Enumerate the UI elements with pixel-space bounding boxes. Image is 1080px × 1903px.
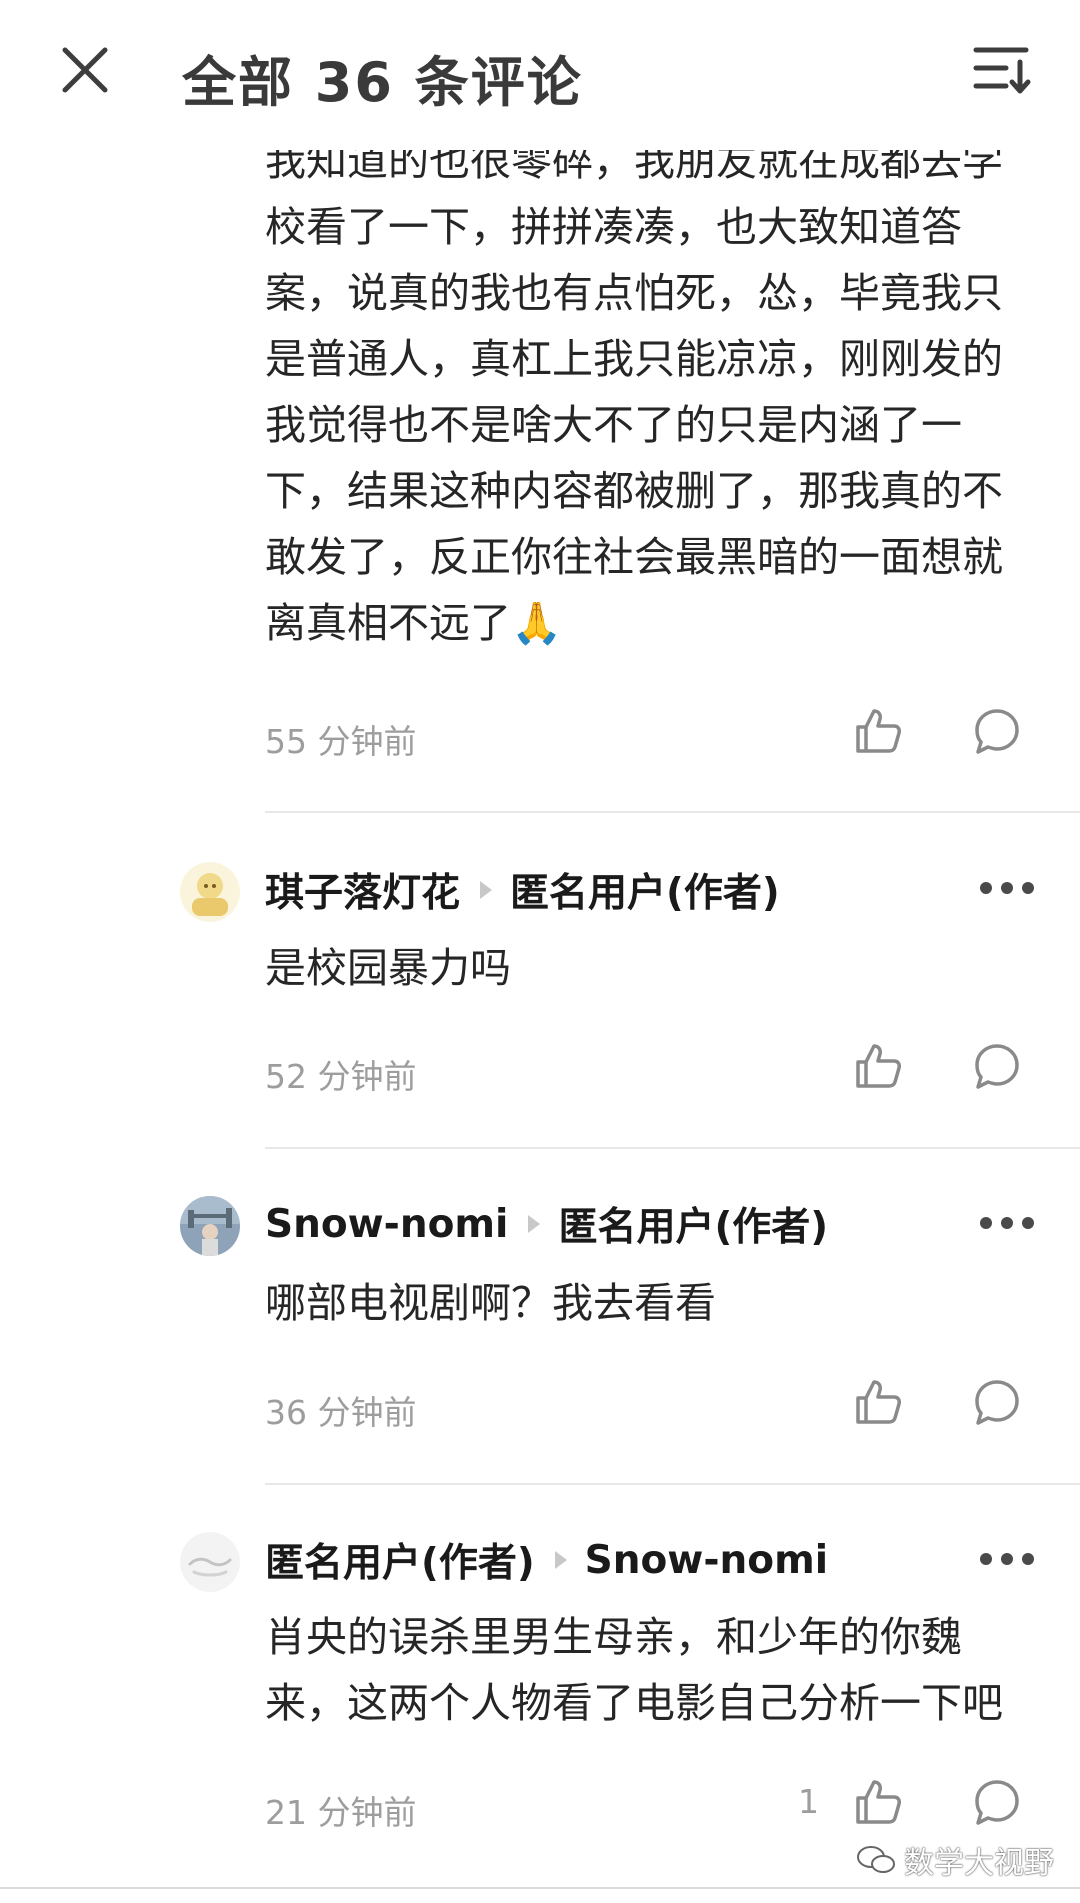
- comment-line: 来，这两个人物看了电影自己分析一下吧: [265, 1679, 1003, 1727]
- avatar-image: [180, 1196, 240, 1256]
- sort-button[interactable]: [966, 38, 1036, 102]
- page-title: 全部 36 条评论: [182, 51, 583, 114]
- dot-icon: [1001, 1217, 1013, 1229]
- author-name[interactable]: Snow-nomi: [265, 1202, 508, 1247]
- author-name[interactable]: 匿名用户(作者): [265, 1532, 535, 1588]
- thumbs-up-icon: [856, 1780, 901, 1824]
- comment-line: 案，说真的我也有点怕死，怂，毕竟我只: [265, 269, 1003, 317]
- dot-icon: [1022, 1217, 1034, 1229]
- comment-line: 下，结果这种内容都被删了，那我真的不: [265, 467, 1003, 515]
- reply-button[interactable]: [972, 1041, 1022, 1095]
- comment-line: 离真相不远了🙏: [265, 599, 563, 647]
- thumbs-up-icon: [856, 1380, 901, 1424]
- bottom-divider: [0, 1887, 1080, 1889]
- more-options-button[interactable]: [980, 1549, 1034, 1569]
- comment-bubble-icon: [975, 1380, 1019, 1425]
- comment-line: 是普通人，真杠上我只能凉凉，刚刚发的: [265, 335, 1003, 383]
- avatar[interactable]: [180, 1532, 240, 1592]
- comment-body: 肖央的误杀里男生母亲，和少年的你魏 来，这两个人物看了电影自己分析一下吧: [265, 1604, 1045, 1736]
- wechat-icon: [857, 1846, 895, 1873]
- comment-time: 55 分钟前: [265, 722, 417, 761]
- comment-bubble-icon: [975, 1044, 1019, 1089]
- comment-line: 哪部电视剧啊？我去看看: [265, 1279, 716, 1327]
- author-name[interactable]: 琪子落灯花: [265, 862, 460, 918]
- reply-button[interactable]: [972, 1377, 1022, 1431]
- like-button[interactable]: [852, 1777, 902, 1831]
- avatar-image: [180, 862, 240, 922]
- reply-arrow-icon: [528, 1215, 541, 1233]
- comment-line: 校看了一下，拼拼凑凑，也大致知道答: [265, 203, 962, 251]
- comment-line: 肖央的误杀里男生母亲，和少年的你魏: [265, 1613, 962, 1661]
- watermark: 数学大视野: [856, 1838, 1054, 1882]
- reply-to-name[interactable]: 匿名用户(作者): [558, 1196, 828, 1252]
- more-options-button[interactable]: [980, 1213, 1034, 1233]
- like-count: 1: [798, 1782, 819, 1821]
- avatar[interactable]: [180, 1196, 240, 1256]
- reply-to-name[interactable]: 匿名用户(作者): [510, 862, 780, 918]
- dot-icon: [1022, 1553, 1034, 1565]
- dot-icon: [1001, 882, 1013, 894]
- thumbs-up-icon: [856, 709, 901, 753]
- anonymous-avatar-image: [180, 1532, 240, 1592]
- comment-header: Snow-nomi 匿名用户(作者): [265, 1196, 828, 1252]
- comment-body: 哪部电视剧啊？我去看看: [265, 1270, 1045, 1336]
- divider: [265, 1483, 1080, 1485]
- dot-icon: [980, 1553, 992, 1565]
- like-button[interactable]: [852, 1377, 902, 1431]
- comment-line: 是校园暴力吗: [265, 944, 511, 992]
- close-button[interactable]: [50, 35, 120, 105]
- close-icon: [62, 47, 108, 93]
- comment-time: 36 分钟前: [265, 1393, 417, 1432]
- sort-icon: [973, 47, 1031, 94]
- header: 全部 36 条评论: [0, 0, 1080, 150]
- reply-arrow-icon: [554, 1551, 567, 1569]
- comment-header: 匿名用户(作者) Snow-nomi: [265, 1532, 828, 1588]
- more-options-button[interactable]: [980, 878, 1034, 898]
- watermark-text: 数学大视野: [904, 1846, 1054, 1881]
- dot-icon: [980, 1217, 992, 1229]
- comment-line: 敢发了，反正你往社会最黑暗的一面想就: [265, 533, 1003, 581]
- comment-bubble-icon: [975, 709, 1019, 754]
- like-button[interactable]: [852, 1041, 902, 1095]
- comments-page: 全部 36 条评论 我知道的也很零碎，我朋友就在成都去学 校看了一下，拼拼凑凑，…: [0, 0, 1080, 1903]
- thumbs-up-icon: [856, 1044, 901, 1088]
- comment-time: 21 分钟前: [265, 1793, 417, 1832]
- divider: [265, 811, 1080, 813]
- comment-bubble-icon: [975, 1780, 1019, 1825]
- divider: [265, 1147, 1080, 1149]
- reply-button[interactable]: [972, 1777, 1022, 1831]
- reply-to-name[interactable]: Snow-nomi: [585, 1538, 828, 1583]
- comment-body: 是校园暴力吗: [265, 935, 1045, 1001]
- comment-body: 我知道的也很零碎，我朋友就在成都去学 校看了一下，拼拼凑凑，也大致知道答 案，说…: [265, 128, 1045, 656]
- comment-time: 52 分钟前: [265, 1057, 417, 1096]
- reply-button[interactable]: [972, 706, 1022, 760]
- reply-arrow-icon: [480, 881, 493, 899]
- comment-line: 我觉得也不是啥大不了的只是内涵了一: [265, 401, 962, 449]
- dot-icon: [1001, 1553, 1013, 1565]
- avatar[interactable]: [180, 862, 240, 922]
- comment-header: 琪子落灯花 匿名用户(作者): [265, 862, 780, 918]
- dot-icon: [1022, 882, 1034, 894]
- like-button[interactable]: [852, 706, 902, 760]
- dot-icon: [980, 882, 992, 894]
